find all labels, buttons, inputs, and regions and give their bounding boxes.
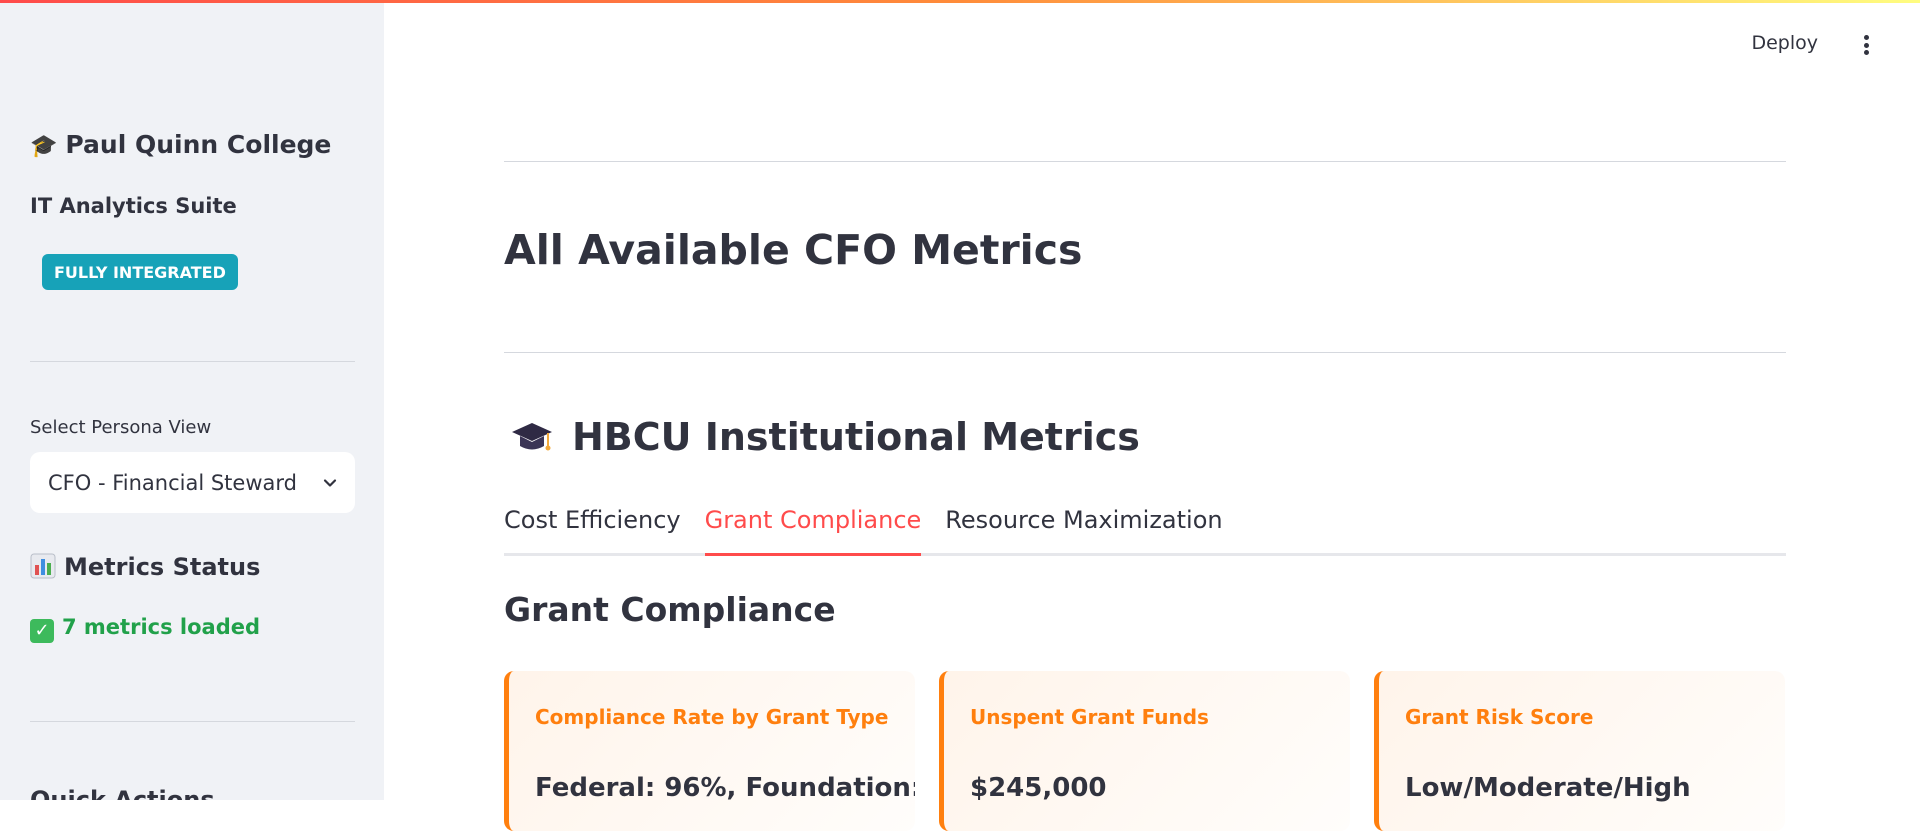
metrics-loaded-text: 7 metrics loaded <box>62 615 261 639</box>
tab-resource-maximization[interactable]: Resource Maximization <box>945 500 1222 556</box>
tab-bar: Cost Efficiency Grant Compliance Resourc… <box>504 500 1786 556</box>
sidebar-divider <box>30 361 355 362</box>
sidebar-subtitle: IT Analytics Suite <box>30 194 237 218</box>
page-title: All Available CFO Metrics <box>504 226 1083 274</box>
main-content: Deploy All Available CFO Metrics HBCU In… <box>384 0 1920 831</box>
metric-card-title: Grant Risk Score <box>1405 705 1594 729</box>
persona-select-value: CFO - Financial Steward <box>48 470 297 495</box>
graduation-cap-icon <box>512 423 552 451</box>
section-title-text: HBCU Institutional Metrics <box>572 415 1140 459</box>
metrics-status-title: Metrics Status <box>30 553 260 581</box>
persona-select[interactable]: CFO - Financial Steward <box>30 452 355 513</box>
integration-status-badge: FULLY INTEGRATED <box>42 254 238 290</box>
chevron-down-icon <box>323 478 337 487</box>
persona-select-label: Select Persona View <box>30 417 212 438</box>
divider <box>504 352 1786 353</box>
metric-cards: Compliance Rate by Grant Type Federal: 9… <box>504 671 1786 831</box>
check-icon: ✓ <box>30 619 54 643</box>
tab-cost-efficiency[interactable]: Cost Efficiency <box>504 500 681 556</box>
metrics-status-text: Metrics Status <box>64 553 261 581</box>
top-decoration-bar <box>0 0 1920 3</box>
metric-card: Compliance Rate by Grant Type Federal: 9… <box>504 671 915 831</box>
sidebar-title: 🎓 Paul Quinn College <box>30 130 331 159</box>
metric-card: Grant Risk Score Low/Moderate/High <box>1374 671 1785 831</box>
graduation-cap-icon: 🎓 <box>30 134 58 159</box>
quick-actions-title: Quick Actions <box>30 786 215 800</box>
section-title: HBCU Institutional Metrics <box>504 415 1140 459</box>
metric-card-value: Low/Moderate/High <box>1405 773 1691 803</box>
metric-card-value: $245,000 <box>970 773 1107 803</box>
bar-chart-icon <box>30 553 56 579</box>
deploy-button[interactable]: Deploy <box>1751 32 1818 54</box>
tab-heading: Grant Compliance <box>504 590 836 629</box>
metric-card-title: Unspent Grant Funds <box>970 705 1209 729</box>
metric-card: Unspent Grant Funds $245,000 <box>939 671 1350 831</box>
metric-card-title: Compliance Rate by Grant Type <box>535 705 889 729</box>
sidebar: 🎓 Paul Quinn College IT Analytics Suite F… <box>0 0 384 800</box>
metrics-loaded-status: ✓ 7 metrics loaded <box>30 615 260 643</box>
metric-card-value: Federal: 96%, Foundation: <box>535 773 915 803</box>
tab-grant-compliance[interactable]: Grant Compliance <box>704 500 922 556</box>
divider <box>504 161 1786 162</box>
sidebar-divider <box>30 721 355 722</box>
more-options-icon[interactable] <box>1854 32 1878 58</box>
sidebar-title-text: Paul Quinn College <box>65 130 332 159</box>
